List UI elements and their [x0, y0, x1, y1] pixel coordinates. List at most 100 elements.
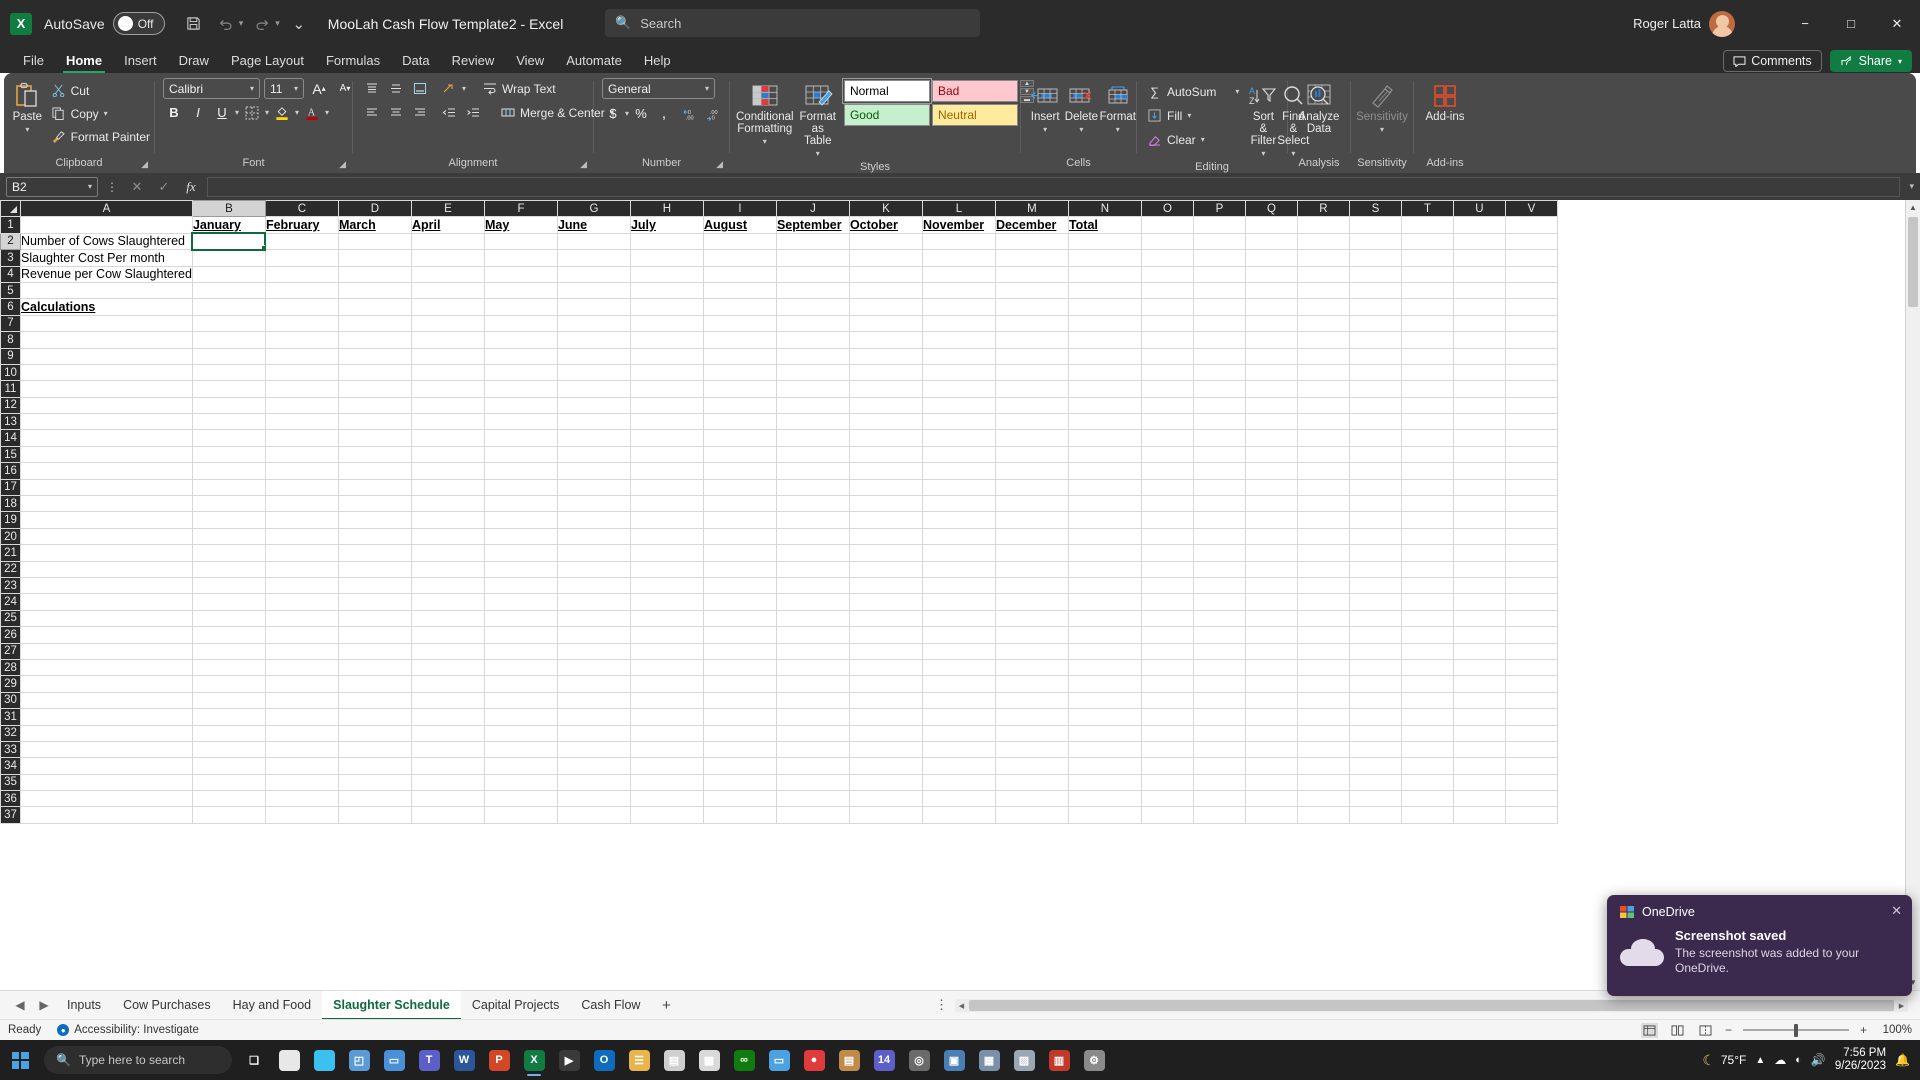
redo-caret-icon[interactable]: ▾: [275, 18, 280, 29]
row-header-11[interactable]: 11: [0, 380, 21, 398]
cell-P18[interactable]: [1192, 495, 1246, 513]
cell-C30[interactable]: [264, 691, 339, 710]
sheet-tab-slaughter-schedule[interactable]: Slaughter Schedule: [322, 990, 461, 1020]
cell-K2[interactable]: [848, 232, 923, 251]
cell-E23[interactable]: [410, 576, 485, 595]
cell-K35[interactable]: [848, 773, 923, 792]
cell-N23[interactable]: [1067, 576, 1142, 595]
cell-R36[interactable]: [1296, 790, 1350, 808]
row-header-24[interactable]: 24: [0, 593, 21, 611]
cell-D14[interactable]: [337, 429, 412, 447]
cell-K5[interactable]: [848, 281, 923, 300]
column-header-l[interactable]: L: [921, 200, 996, 218]
taskbar-app-notepad[interactable]: ▭: [763, 1043, 795, 1077]
cell-K33[interactable]: [848, 740, 923, 759]
cell-A30[interactable]: [20, 691, 193, 710]
cell-B11[interactable]: [191, 380, 266, 398]
cell-H20[interactable]: [629, 527, 704, 546]
cell-F26[interactable]: [483, 626, 558, 644]
cell-S26[interactable]: [1348, 626, 1402, 644]
column-header-o[interactable]: O: [1140, 200, 1194, 218]
cell-L11[interactable]: [921, 380, 996, 398]
cell-M26[interactable]: [994, 626, 1069, 644]
cell-Q18[interactable]: [1244, 495, 1298, 513]
row-header-18[interactable]: 18: [0, 495, 21, 513]
column-header-t[interactable]: T: [1400, 200, 1454, 218]
cell-R19[interactable]: [1296, 511, 1350, 529]
autosum-caret-icon[interactable]: ▾: [1235, 87, 1239, 96]
cell-V22[interactable]: [1504, 560, 1558, 578]
cell-M8[interactable]: [994, 331, 1069, 349]
cell-D23[interactable]: [337, 576, 412, 595]
cell-P23[interactable]: [1192, 576, 1246, 595]
cell-E10[interactable]: [410, 363, 485, 382]
cell-T24[interactable]: [1400, 593, 1454, 611]
cell-R10[interactable]: [1296, 363, 1350, 382]
cell-C21[interactable]: [264, 544, 339, 562]
cell-O13[interactable]: [1140, 413, 1194, 431]
cell-V8[interactable]: [1504, 331, 1558, 349]
cell-K24[interactable]: [848, 593, 923, 611]
taskbar-app-photos[interactable]: ◰: [343, 1043, 375, 1077]
cell-B33[interactable]: [191, 740, 266, 759]
cell-H34[interactable]: [629, 757, 704, 775]
show-hidden-icons[interactable]: ▲: [1755, 1055, 1765, 1066]
cell-K29[interactable]: [848, 675, 923, 693]
cell-S6[interactable]: [1348, 298, 1402, 316]
cell-T37[interactable]: [1400, 806, 1454, 824]
increase-indent-button[interactable]: [462, 102, 484, 123]
cell-G36[interactable]: [556, 790, 631, 808]
cell-I29[interactable]: [702, 675, 777, 693]
cell-T12[interactable]: [1400, 396, 1454, 415]
row-header-5[interactable]: 5: [0, 281, 21, 300]
fat-caret-icon[interactable]: ▾: [816, 148, 820, 160]
cell-E11[interactable]: [410, 380, 485, 398]
cell-F14[interactable]: [483, 429, 558, 447]
cell-R25[interactable]: [1296, 609, 1350, 628]
cell-G2[interactable]: [556, 232, 631, 251]
column-header-s[interactable]: S: [1348, 200, 1402, 218]
align-top-button[interactable]: [361, 78, 383, 99]
cell-O27[interactable]: [1140, 642, 1194, 660]
row-header-23[interactable]: 23: [0, 576, 21, 595]
cell-J23[interactable]: [775, 576, 850, 595]
cell-L16[interactable]: [921, 462, 996, 480]
cell-F28[interactable]: [483, 658, 558, 677]
cell-Q33[interactable]: [1244, 740, 1298, 759]
search-input[interactable]: 🔍 Search: [605, 9, 980, 37]
cell-G33[interactable]: [556, 740, 631, 759]
cell-E15[interactable]: [410, 445, 485, 464]
row-header-6[interactable]: 6: [0, 298, 21, 316]
cell-J20[interactable]: [775, 527, 850, 546]
cell-M15[interactable]: [994, 445, 1069, 464]
cell-F12[interactable]: [483, 396, 558, 415]
cell-E28[interactable]: [410, 658, 485, 677]
cell-N30[interactable]: [1067, 691, 1142, 710]
column-header-u[interactable]: U: [1452, 200, 1506, 218]
cell-T31[interactable]: [1400, 708, 1454, 726]
cell-L25[interactable]: [921, 609, 996, 628]
cell-H13[interactable]: [629, 413, 704, 431]
cell-H22[interactable]: [629, 560, 704, 578]
cell-C29[interactable]: [264, 675, 339, 693]
cell-M5[interactable]: [994, 281, 1069, 300]
cell-H5[interactable]: [629, 281, 704, 300]
cell-G27[interactable]: [556, 642, 631, 660]
cell-K27[interactable]: [848, 642, 923, 660]
tab-insert[interactable]: Insert: [113, 49, 168, 73]
tab-view[interactable]: View: [505, 49, 555, 73]
column-header-j[interactable]: J: [775, 200, 850, 218]
cell-S21[interactable]: [1348, 544, 1402, 562]
borders-button[interactable]: [241, 102, 263, 123]
toast-close-icon[interactable]: ✕: [1891, 903, 1902, 919]
cell-H8[interactable]: [629, 331, 704, 349]
cell-Q30[interactable]: [1244, 691, 1298, 710]
cell-N22[interactable]: [1067, 560, 1142, 578]
cell-P7[interactable]: [1192, 314, 1246, 333]
next-sheet-icon[interactable]: ▶: [32, 998, 56, 1012]
cell-B27[interactable]: [191, 642, 266, 660]
cell-E24[interactable]: [410, 593, 485, 611]
cell-O6[interactable]: [1140, 298, 1194, 316]
cell-R1[interactable]: [1296, 216, 1350, 234]
cell-R15[interactable]: [1296, 445, 1350, 464]
